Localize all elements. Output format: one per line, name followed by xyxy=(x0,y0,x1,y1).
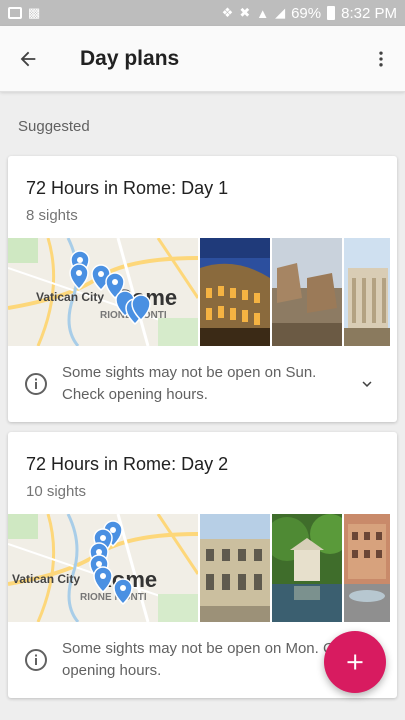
photo-garden-temple[interactable] xyxy=(272,514,342,622)
photo-forum[interactable] xyxy=(344,238,390,346)
car-notification-icon: ▩ xyxy=(28,5,41,20)
route-map[interactable]: Vatican City Rome RIONE MONTI xyxy=(8,238,198,346)
card-title: 72 Hours in Rome: Day 1 xyxy=(26,178,229,198)
photo-villa[interactable] xyxy=(200,514,270,622)
sights-count: 8 sights xyxy=(26,207,78,224)
colosseum-image xyxy=(200,238,270,346)
wifi-icon: ▲ xyxy=(256,5,270,21)
garden-temple-image xyxy=(272,514,342,622)
page-title: Day plans xyxy=(80,46,180,70)
info-icon xyxy=(25,373,47,395)
gallery-notification-icon xyxy=(8,7,22,19)
map-pins xyxy=(89,520,133,606)
card-title: 72 Hours in Rome: Day 2 xyxy=(26,454,229,474)
battery-icon xyxy=(327,6,336,20)
section-header: Suggested xyxy=(18,118,90,135)
fountain-image xyxy=(344,514,390,622)
forum-image xyxy=(344,238,390,346)
map-pins xyxy=(69,250,151,326)
battery-percent: 69% xyxy=(291,4,322,22)
route-map[interactable]: Vatican City Rome RIONE MONTI xyxy=(8,514,198,622)
more-vert-icon xyxy=(379,51,383,66)
more-options-button[interactable] xyxy=(357,31,405,87)
back-button[interactable] xyxy=(0,31,56,87)
app-bar: Day plans xyxy=(0,26,405,92)
villa-image xyxy=(200,514,270,622)
photo-fountain[interactable] xyxy=(344,514,390,622)
vibrate-icon: ✖ xyxy=(239,5,251,20)
notice-text: Some sights may not be open on Sun. Chec… xyxy=(62,364,317,403)
ruins-image xyxy=(272,238,342,346)
expand-button[interactable] xyxy=(355,372,379,396)
chevron-down-icon xyxy=(362,381,372,387)
add-plan-button[interactable] xyxy=(324,631,386,693)
day-plan-card[interactable]: 72 Hours in Rome: Day 1 8 sights Vatican… xyxy=(8,156,397,422)
opening-hours-notice: Some sights may not be open on Sun. Chec… xyxy=(8,346,397,422)
arrow-back-icon xyxy=(20,51,36,66)
photo-colosseum[interactable] xyxy=(200,238,270,346)
clock: 8:32 PM xyxy=(341,4,397,22)
signal-icon: ◢ xyxy=(275,5,286,20)
status-bar: ▩ ❖ ✖ ▲ ◢ 69% 8:32 PM xyxy=(0,0,405,26)
photo-ruins[interactable] xyxy=(272,238,342,346)
sights-count: 10 sights xyxy=(26,483,87,500)
image-strip: Vatican City Rome RIONE MONTI xyxy=(8,238,397,346)
bluetooth-icon: ❖ xyxy=(221,5,234,20)
image-strip: Vatican City Rome RIONE MONTI xyxy=(8,514,397,622)
plus-icon xyxy=(347,654,363,670)
info-icon xyxy=(25,649,47,671)
